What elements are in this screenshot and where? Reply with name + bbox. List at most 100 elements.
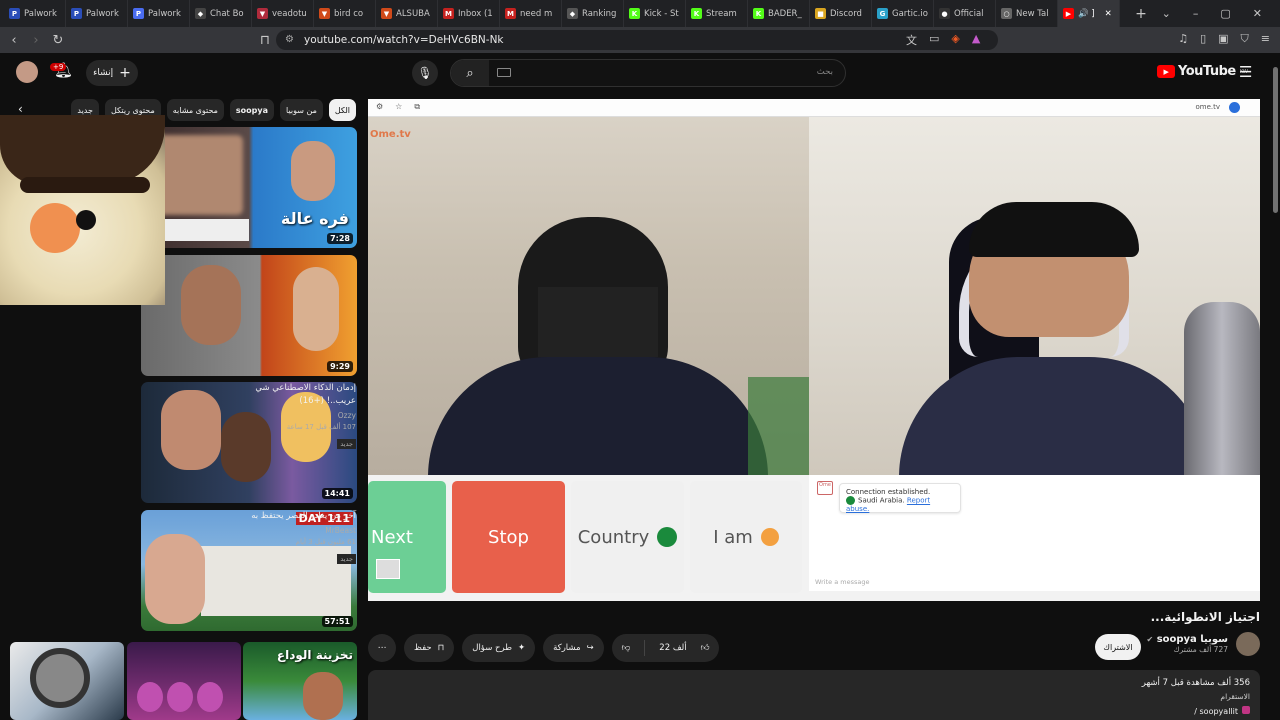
vpn-icon[interactable]: ⛉ [1241, 32, 1249, 46]
browser-tab[interactable]: ○ New Tal [996, 0, 1058, 27]
maximize-icon[interactable]: ▢ [1220, 7, 1230, 20]
search-box[interactable]: ⌕ بحث [450, 59, 846, 87]
page-scrollbar[interactable] [1273, 67, 1278, 213]
hamburger-menu-icon[interactable]: ☰ [1239, 63, 1252, 81]
tab-favicon-icon: ○ [1001, 8, 1012, 19]
browser-tab[interactable]: ■ Discord [810, 0, 872, 27]
tab-favicon-icon: ▼ [319, 8, 330, 19]
related-video-thumb-1[interactable]: فره عالة 7:28 [141, 127, 357, 248]
site-info-icon[interactable]: ⚙ [285, 34, 297, 46]
back-icon[interactable]: ‹ [3, 33, 25, 48]
short-thumb-3[interactable]: تخزينة الوداع [243, 642, 357, 720]
minimize-icon[interactable]: – [1193, 7, 1199, 20]
channel-info: سوبيا soopya ✔ 727 ألف مشترك [1147, 632, 1260, 656]
forward-icon[interactable]: › [25, 33, 47, 48]
browser-tab[interactable]: ▼ ALSUBA [376, 0, 438, 27]
browser-tab[interactable]: M Inbox (1 [438, 0, 500, 27]
subscribe-button[interactable]: الاشتراك [1095, 634, 1141, 660]
save-button[interactable]: حفظ ⊓ [404, 634, 455, 662]
related-video-meta-4[interactable]: آخر من يغادر القصر يحتفظ به MrBeast 61 م… [226, 510, 356, 565]
tab-label: Gartic.io [892, 8, 928, 19]
message-text: Connection established. [846, 488, 931, 496]
more-actions-button[interactable]: ⋯ [368, 634, 396, 662]
browser-tab[interactable]: ◆ Ranking [562, 0, 624, 27]
verified-icon: ✔ [1146, 635, 1154, 644]
translate-icon[interactable]: 文 [906, 32, 917, 48]
next-button[interactable]: Next [368, 481, 446, 593]
channel-name[interactable]: سوبيا soopya ✔ [1147, 634, 1229, 645]
browser-tab[interactable]: ● Official [934, 0, 996, 27]
avatar[interactable] [16, 61, 38, 83]
i-am-button[interactable]: I am [690, 481, 802, 593]
related-video-meta-3[interactable]: إدمان الذكاء الاصطناعي شي عريب..! (+16) … [226, 382, 356, 450]
description-box[interactable]: 356 ألف مشاهدة قبل 7 أشهر الاستقرام soop… [368, 670, 1260, 720]
bookmark-icon[interactable]: ⊓ [254, 33, 276, 48]
tab-label: BADER_ [768, 8, 802, 19]
browser-tab[interactable]: P Palwork [4, 0, 66, 27]
ask-button[interactable]: طرح سؤال ✦ [462, 634, 536, 662]
browser-tab[interactable]: ◆ Chat Bo [190, 0, 252, 27]
close-window-icon[interactable]: ✕ [1253, 7, 1262, 20]
message-country: Saudi Arabia. [858, 496, 905, 505]
address-bar[interactable]: ⚙ youtube.com/watch?v=DeHVc6BN-Nk [276, 30, 998, 50]
brave-rewards-icon[interactable]: ▲ [972, 32, 980, 48]
filter-chip[interactable]: soopya [229, 99, 275, 121]
tab-favicon-icon: ▼ [381, 8, 392, 19]
message-input[interactable]: Write a message [815, 578, 870, 586]
video-title[interactable]: إدمان الذكاء الاصطناعي شي عريب..! (+16) [226, 382, 356, 408]
channel-name[interactable]: MrBeast [226, 526, 356, 535]
chevron-left-icon[interactable]: ‹ [18, 102, 23, 116]
create-button[interactable]: إنشاء + [86, 60, 138, 86]
brave-shield-icon[interactable]: ◈ [951, 32, 959, 48]
video-player[interactable]: ⚙ ☆ ⧉ ome.tv Ome.tv Next Stop Country I … [368, 99, 1260, 601]
search-input[interactable]: بحث [817, 67, 833, 77]
browser-tab[interactable]: K Kick - St [624, 0, 686, 27]
browser-tab[interactable]: Mneed m [500, 0, 562, 27]
related-video-thumb-2[interactable]: 9:29 [141, 255, 357, 376]
new-tab-icon[interactable]: + [1130, 6, 1152, 22]
instagram-link[interactable]: soopyallit / [1194, 706, 1250, 716]
menu-icon[interactable]: ≡ [1261, 32, 1270, 46]
youtube-play-icon: ▶ [1157, 65, 1175, 78]
browser-tab[interactable]: G Gartic.io [872, 0, 934, 27]
tab-favicon-icon: ● [939, 8, 950, 19]
tab-list-icon[interactable]: ⌄ [1162, 7, 1171, 20]
filter-chip[interactable]: من سوبيا [280, 99, 323, 121]
filter-chip[interactable]: الكل [328, 99, 356, 121]
channel-name[interactable]: Ozzy [226, 411, 356, 420]
short-thumb-1[interactable] [10, 642, 124, 720]
search-icon[interactable]: ⌕ [451, 60, 489, 86]
cast-icon[interactable]: ▭ [929, 32, 939, 48]
new-badge: جديد [337, 554, 356, 564]
browser-tab[interactable]: P Palwork [128, 0, 190, 27]
dislike-icon[interactable]: 👎︎ [622, 643, 631, 653]
close-tab-icon[interactable]: ✕ [1105, 9, 1112, 19]
ometv-controls: Next Stop Country I am [368, 481, 809, 595]
active-browser-tab[interactable]: ▶ 🔊 ] ✕ [1058, 0, 1120, 27]
country-button[interactable]: Country [571, 481, 684, 593]
like-icon[interactable]: 👍︎ [701, 643, 710, 653]
browser-tab[interactable]: K Stream [686, 0, 748, 27]
browser-tab[interactable]: ▼ veadotu [252, 0, 314, 27]
browser-tab[interactable]: P Palwork [66, 0, 128, 27]
view-count: 107 ألف قبل 17 ساعة [286, 423, 356, 431]
browser-tab[interactable]: ▼ bird co [314, 0, 376, 27]
sidebar-icon[interactable]: ▯ [1200, 32, 1206, 46]
youtube-header: 🔔︎ +9 إنشاء + 🎙︎ ⌕ بحث ▶ YouTube KW ☰ [0, 53, 1280, 93]
voice-search-icon[interactable]: 🎙︎ [412, 60, 438, 86]
browser-tab[interactable]: K BADER_ [748, 0, 810, 27]
own-camera [809, 117, 1260, 475]
video-title[interactable]: آخر من يغادر القصر يحتفظ به [226, 510, 356, 523]
youtube-logo[interactable]: ▶ YouTube KW [1157, 64, 1248, 79]
filter-chip[interactable]: محتوى مشابه [166, 99, 224, 121]
keyboard-icon[interactable] [497, 68, 511, 77]
wallet-icon[interactable]: ▣ [1218, 32, 1228, 46]
reload-icon[interactable]: ↻ [47, 33, 69, 48]
share-button[interactable]: مشاركة ↪ [543, 634, 604, 662]
media-icon[interactable]: ♫ [1178, 32, 1188, 46]
tab-label: New Tal [1016, 8, 1049, 19]
link-text[interactable]: soopyallit / [1194, 707, 1238, 716]
stop-button[interactable]: Stop [452, 481, 565, 593]
short-thumb-2[interactable] [127, 642, 241, 720]
channel-avatar[interactable] [1236, 632, 1260, 656]
